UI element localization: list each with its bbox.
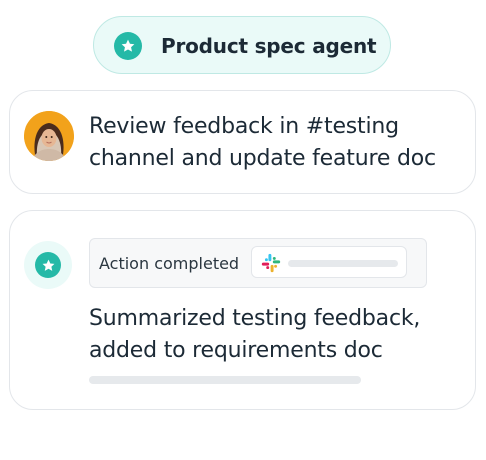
- request-card: Review feedback in #testing channel and …: [9, 90, 476, 194]
- agent-badge: [24, 241, 72, 289]
- agent-activity-panel: Product spec agent Review feedback in #t…: [0, 0, 486, 460]
- request-line-1: Review feedback in #testing: [89, 114, 399, 139]
- request-line-2: channel and update feature doc: [89, 146, 436, 171]
- star-icon: [114, 32, 142, 60]
- result-line-2: added to requirements doc: [89, 338, 383, 363]
- result-card: Action completed Summarized testing feed…: [9, 210, 476, 410]
- star-icon: [35, 252, 61, 278]
- agent-pill[interactable]: Product spec agent: [93, 16, 391, 74]
- app-chip-placeholder-bar: [288, 260, 398, 267]
- result-line-1: Summarized testing feedback,: [89, 306, 421, 331]
- action-status[interactable]: Action completed: [89, 238, 427, 288]
- result-summary: Summarized testing feedback, added to re…: [89, 303, 469, 367]
- request-text: Review feedback in #testing channel and …: [89, 111, 474, 175]
- action-status-label: Action completed: [99, 253, 240, 273]
- slack-icon: [261, 253, 281, 273]
- agent-title: Product spec agent: [161, 34, 377, 58]
- skeleton-placeholder-bar: [89, 376, 361, 384]
- app-chip[interactable]: [251, 246, 407, 278]
- user-avatar: [24, 111, 74, 161]
